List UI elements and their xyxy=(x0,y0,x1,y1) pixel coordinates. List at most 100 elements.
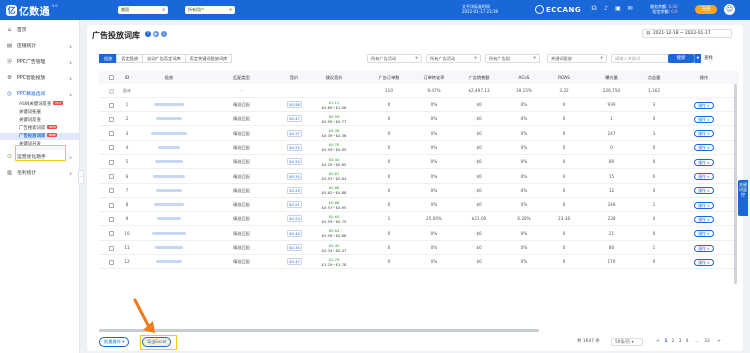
adgroup-filter[interactable]: 所有广告活动 ▼ xyxy=(426,54,481,63)
row-checkbox[interactable] xyxy=(109,131,114,137)
tab-targeting[interactable]: 投放 xyxy=(99,54,118,63)
gear-icon: ⚙ xyxy=(7,75,12,81)
bell-icon[interactable]: ♪ xyxy=(602,5,610,13)
row-checkbox[interactable] xyxy=(109,116,114,122)
cell-impressions: 238 xyxy=(607,216,616,222)
page-last[interactable]: 33 xyxy=(703,337,711,347)
row-action-button[interactable]: 操作 ∨ xyxy=(694,144,714,152)
subitem-keyword-expand[interactable]: 关键词拓展 xyxy=(0,109,80,116)
user-select[interactable]: 所有用户 ▼ xyxy=(185,6,235,14)
search-dropdown-icon[interactable]: ▼ xyxy=(694,54,701,63)
account-balance: 服务余额: 0.00 短信余额: 0.0 xyxy=(650,4,678,14)
bid-input[interactable]: $0.25 xyxy=(287,143,302,151)
sidebar-item-profit[interactable]: ▥ 毛利统计 ∨ xyxy=(0,169,80,178)
sidebar-item-ppc-smart[interactable]: ⚙ PPC智能投放 ∨ xyxy=(0,74,80,83)
status-filter[interactable]: 所有广告组 ▼ xyxy=(485,54,540,63)
row-action-button[interactable]: 操作 ∨ xyxy=(694,215,714,223)
table-row: 10 精准匹配 $0.44 $0.64 $0.59~$0.88 0 0% $0 0% 0 21 0 操作… xyxy=(99,227,739,241)
row-checkbox[interactable] xyxy=(109,145,114,151)
sidebar-collapse-button[interactable]: ‹ xyxy=(78,170,84,184)
bid-input[interactable]: $0.37 xyxy=(287,129,302,137)
logo[interactable]: 亿 亿数通 5.0 xyxy=(6,3,57,18)
marketplace-select[interactable]: 美国 ▼ xyxy=(118,6,168,14)
row-action-button[interactable]: 操作 ∨ xyxy=(694,130,714,138)
row-checkbox[interactable] xyxy=(109,174,114,179)
mail-icon[interactable]: ✉ xyxy=(626,5,634,13)
tab-negative-keyword[interactable]: 否定关键词投放词库 xyxy=(184,54,233,63)
vertical-scrollbar[interactable] xyxy=(734,84,737,284)
bid-input[interactable]: $0.35 xyxy=(287,172,302,180)
row-checkbox[interactable] xyxy=(109,245,114,251)
cell-acos: 0% xyxy=(520,130,528,136)
page-1[interactable]: 1 xyxy=(663,337,669,347)
tab-negative-targeting[interactable]: 否定投放 xyxy=(116,54,144,63)
col-impressions: 曝光量 xyxy=(605,75,618,80)
sidebar-item-ppc-manage[interactable]: Ⓐ PPC广告管理 ∨ xyxy=(0,58,80,67)
cell-match: 精准匹配 xyxy=(233,230,250,236)
page-3[interactable]: 3 xyxy=(677,337,683,347)
home-icon: ⌂ xyxy=(7,27,12,33)
sidebar-item-home[interactable]: ⌂ 首页 xyxy=(0,26,80,35)
headset-icon[interactable]: ☊ xyxy=(590,5,598,13)
subitem-asin-reverse[interactable]: ASIN关键词反查 HOT xyxy=(0,101,80,108)
page-size-select[interactable]: 50条/页 ▾ xyxy=(611,338,643,346)
suggested-bid-range: $0.53~$0.64 xyxy=(321,176,347,181)
subitem-keyword-reverse[interactable]: 关键词反查 xyxy=(0,117,80,124)
campaign-filter[interactable]: 所有广告活动 ▼ xyxy=(367,54,422,63)
query-button[interactable]: 查找 xyxy=(704,54,713,63)
row-action-button[interactable]: 操作 ∨ xyxy=(694,101,714,109)
recharge-button[interactable]: 充值 xyxy=(695,5,717,14)
info-icon[interactable]: i xyxy=(161,31,167,37)
row-action-button[interactable]: 操作 ∨ xyxy=(694,158,714,166)
sidebar-item-store[interactable]: ▤ 店铺统计 ∨ xyxy=(0,42,80,51)
row-action-button[interactable]: 操作 ∨ xyxy=(694,201,714,209)
row-action-label: 操作 xyxy=(698,231,706,237)
keyword-monitor-tab[interactable]: 关键词监控 xyxy=(738,180,748,216)
row-action-button[interactable]: 操作 ∨ xyxy=(694,258,714,266)
video-icon[interactable]: ▶ xyxy=(153,31,159,37)
row-checkbox[interactable] xyxy=(109,159,114,165)
cell-clicks: 3 xyxy=(652,102,656,107)
gift-icon[interactable]: ▣ xyxy=(614,5,622,13)
tab-auto-negative[interactable]: 自动广告否定词库 xyxy=(142,54,186,63)
bid-input[interactable]: $0.47 xyxy=(287,115,302,123)
batch-action-button[interactable]: 批量操作 ▾ xyxy=(99,337,130,347)
row-checkbox[interactable] xyxy=(109,231,114,237)
row-checkbox[interactable] xyxy=(109,216,114,222)
page-ellipsis[interactable]: ... xyxy=(692,337,701,347)
bid-input[interactable]: $0.47 xyxy=(287,258,302,266)
row-action-button[interactable]: 操作 ∨ xyxy=(694,230,714,238)
row-action-button[interactable]: 操作 ∨ xyxy=(694,187,714,195)
row-checkbox[interactable] xyxy=(109,102,114,108)
date-range-picker[interactable]: ▦ 2021-12-18 ~ 2022-01-17 xyxy=(642,29,732,38)
bid-input[interactable]: $0.24 xyxy=(287,215,302,223)
bid-input[interactable]: $0.29 xyxy=(287,186,302,194)
bid-input[interactable]: $0.35 xyxy=(287,244,302,251)
match-filter[interactable]: 关键词投放 ▼ xyxy=(547,54,607,63)
search-input[interactable]: 请输入关键词 xyxy=(611,54,669,63)
row-checkbox[interactable] xyxy=(109,259,114,265)
page-2[interactable]: 2 xyxy=(670,337,676,347)
row-checkbox[interactable] xyxy=(109,202,114,208)
select-all-checkbox[interactable] xyxy=(109,75,114,80)
sidebar-item-ppc-keywords[interactable]: ◎ PPC精准选词 ∧ xyxy=(0,90,80,99)
user-avatar-icon[interactable]: ☺ xyxy=(724,4,735,15)
page-4[interactable]: 4 xyxy=(684,337,690,347)
bid-input[interactable]: $0.44 xyxy=(287,229,302,237)
row-action-button[interactable]: 操作 ∨ xyxy=(694,115,714,123)
prev-page-button[interactable]: < xyxy=(655,337,661,347)
row-checkbox[interactable] xyxy=(109,188,114,194)
bid-input[interactable]: $0.21 xyxy=(287,201,302,209)
bid-input[interactable]: $0.25 xyxy=(287,158,302,166)
subitem-search-term-library[interactable]: 广告搜索词库 NEW xyxy=(0,125,80,132)
row-action-button[interactable]: 操作 ∨ xyxy=(694,173,714,180)
bid-input[interactable]: $0.58 xyxy=(287,101,302,108)
next-page-button[interactable]: > xyxy=(716,337,722,347)
search-button[interactable]: 搜索 xyxy=(668,54,694,63)
subitem-targeting-library[interactable]: 广告投放词库 HOT xyxy=(0,133,80,140)
export-highlight-box xyxy=(140,335,177,350)
row-action-button[interactable]: 操作 ∨ xyxy=(694,244,714,252)
cell-match: 精准匹配 xyxy=(233,202,250,208)
help-icon[interactable]: ? xyxy=(145,31,151,37)
cell-impressions: 15 xyxy=(608,173,615,179)
